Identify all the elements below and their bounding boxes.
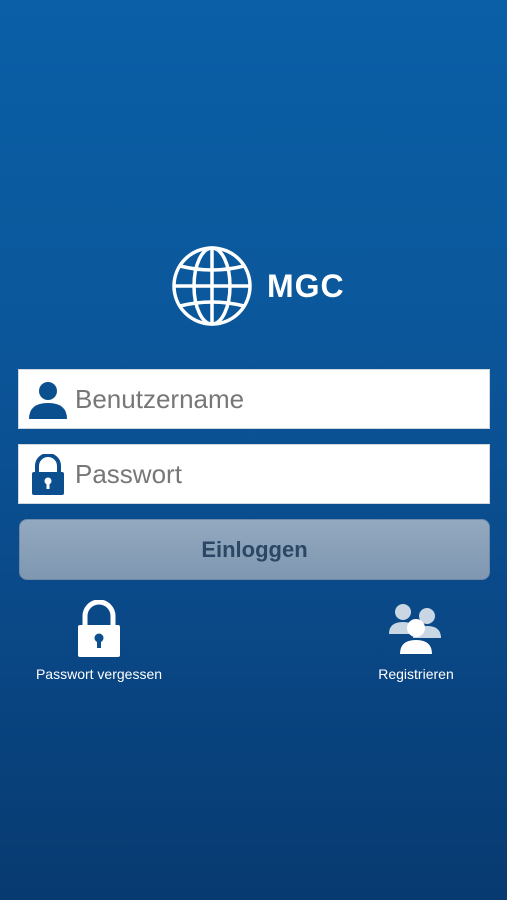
app-logo: MGC [170,244,350,328]
brand-name: MGC [267,268,345,304]
register-label: Registrieren [378,666,454,682]
padlock-icon [78,600,120,657]
register-button[interactable]: Registrieren [356,600,476,682]
forgot-password-label: Passwort vergessen [35,666,163,682]
lock-icon [32,454,64,495]
users-icon [389,604,441,654]
password-input[interactable] [73,445,485,503]
username-input[interactable] [73,370,485,428]
forgot-password-button[interactable]: Passwort vergessen [24,600,174,682]
user-icon [29,382,67,419]
username-field[interactable] [18,369,490,429]
login-button[interactable]: Einloggen [19,519,490,580]
globe-icon [172,246,252,326]
password-field[interactable] [18,444,490,504]
